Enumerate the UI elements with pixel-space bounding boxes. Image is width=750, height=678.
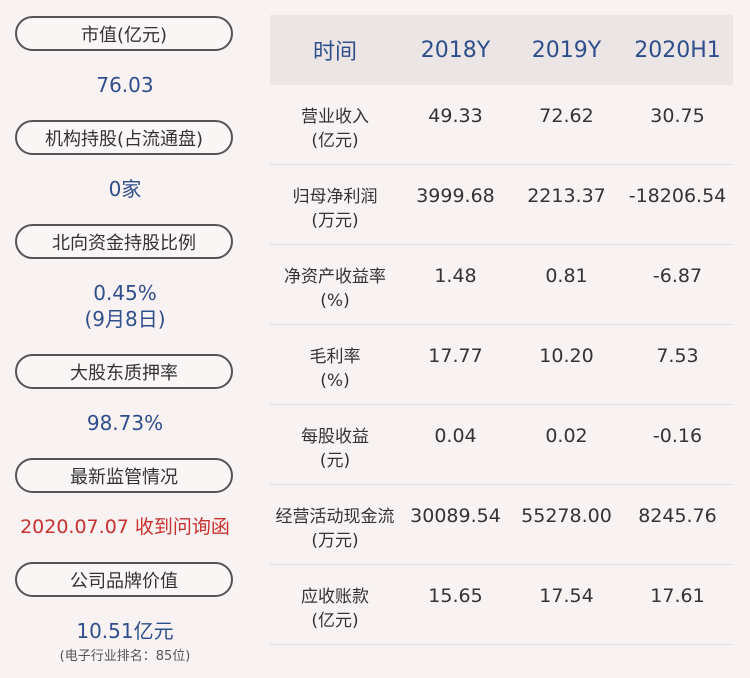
cell: 30089.54 [410,505,501,527]
brand-value-label: 公司品牌价值 [15,562,233,597]
northbound-ratio-value: 0.45% [93,281,157,305]
table-row: 营业收入 (亿元) 49.33 72.62 30.75 [270,85,733,165]
market-cap-value: 76.03 [96,73,154,97]
cell: 10.20 [539,345,594,367]
institution-holding-value: 0家 [108,177,142,201]
cell: 8245.76 [638,505,717,527]
left-panel: 市值(亿元) 76.03 机构持股(占流通盘) 0家 北向资金持股比例 0.45… [0,0,250,678]
northbound-ratio-label: 北向资金持股比例 [15,224,233,259]
row-label: 应收账款 (亿元) [301,587,369,631]
table-row: 经营活动现金流 (万元) 30089.54 55278.00 8245.76 [270,485,733,565]
header-2020h1: 2020H1 [634,37,721,63]
header-2018: 2018Y [420,37,491,63]
cell: 7.53 [656,345,699,367]
cell: -0.16 [652,425,703,447]
cell: 30.75 [650,105,705,127]
institution-holding-label: 机构持股(占流通盘) [15,120,233,155]
table-row: 应收账款 (亿元) 15.65 17.54 17.61 [270,565,733,645]
row-label: 每股收益 (元) [301,427,369,471]
row-label: 营业收入 (亿元) [301,107,369,151]
cell: 3999.68 [416,185,495,207]
northbound-ratio-date: (9月8日) [84,307,166,331]
table-row: 每股收益 (元) 0.04 0.02 -0.16 [270,405,733,485]
regulatory-status-value: 2020.07.07 收到问询函 [20,516,230,538]
cell: 2213.37 [527,185,606,207]
row-label: 毛利率 (%) [309,347,361,391]
cell: 17.61 [650,585,705,607]
pledge-rate-label: 大股东质押率 [15,354,233,389]
cell: 0.02 [545,425,588,447]
table-header: 时间 2018Y 2019Y 2020H1 [270,15,733,85]
table-row: 归母净利润 (万元) 3999.68 2213.37 -18206.54 [270,165,733,245]
financial-table: 时间 2018Y 2019Y 2020H1 营业收入 (亿元) 49.33 72.… [270,15,733,645]
cell: 1.48 [434,265,477,287]
cell: 17.77 [428,345,483,367]
table-row: 净资产收益率 (%) 1.48 0.81 -6.87 [270,245,733,325]
row-label: 归母净利润 (万元) [292,187,378,231]
cell: 55278.00 [521,505,612,527]
row-label: 净资产收益率 (%) [284,267,386,311]
regulatory-status-label: 最新监管情况 [15,458,233,493]
header-period: 时间 [312,40,357,65]
cell: 0.81 [545,265,588,287]
cell: 17.54 [539,585,594,607]
brand-value-rank-note: (电子行业排名：85位) [59,649,191,664]
table-row: 毛利率 (%) 17.77 10.20 7.53 [270,325,733,405]
cell: 15.65 [428,585,483,607]
brand-value-value: 10.51亿元 [76,619,174,643]
market-cap-label: 市值(亿元) [15,16,233,51]
row-label: 经营活动现金流 (万元) [275,507,395,551]
header-2019: 2019Y [531,37,602,63]
cell: 49.33 [428,105,483,127]
cell: -18206.54 [628,185,727,207]
cell: 0.04 [434,425,477,447]
cell: 72.62 [539,105,594,127]
cell: -6.87 [652,265,703,287]
pledge-rate-value: 98.73% [86,411,164,435]
